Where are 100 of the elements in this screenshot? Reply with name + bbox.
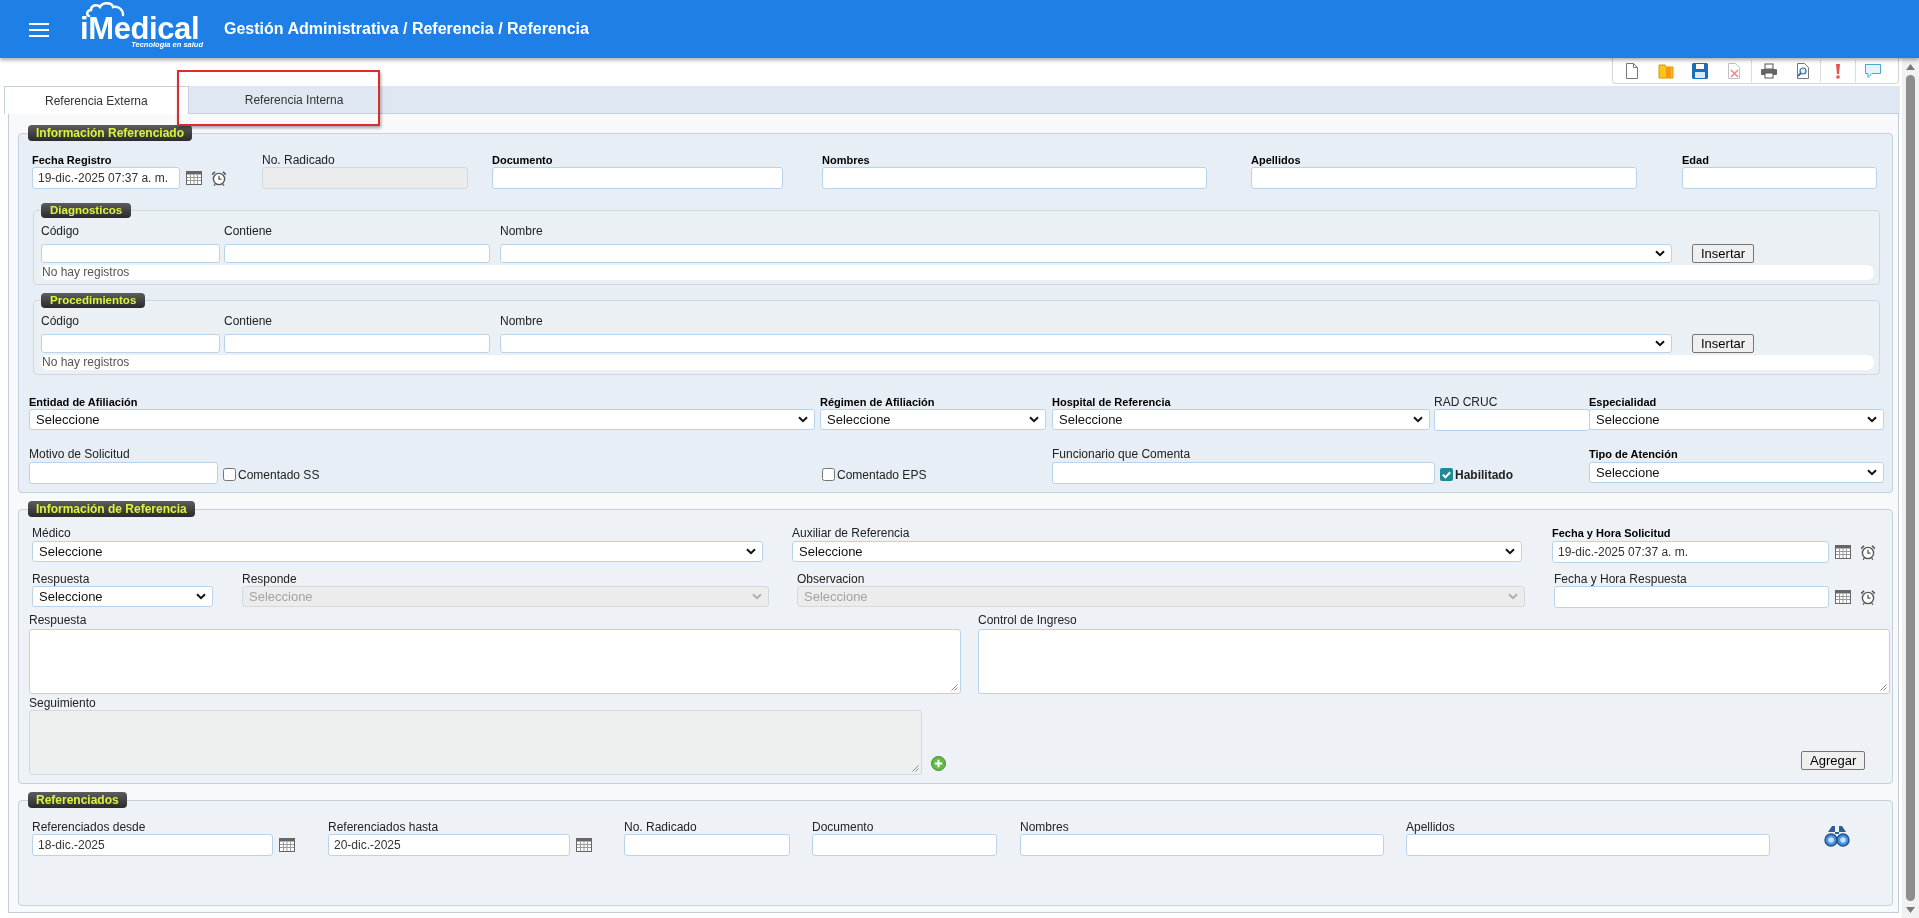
add-button[interactable]: Agregar	[1801, 751, 1866, 770]
input-field[interactable]	[1052, 462, 1435, 484]
tab[interactable]: Referencia Interna	[188, 86, 400, 113]
chevron-down-icon	[1508, 593, 1518, 600]
alarm-clock-icon[interactable]	[1860, 544, 1876, 560]
column-label: Código	[41, 314, 80, 328]
calendar-icon[interactable]	[186, 171, 202, 185]
calendar-icon[interactable]	[1835, 590, 1851, 604]
date-field[interactable]	[1554, 586, 1829, 608]
input-field[interactable]	[492, 167, 783, 189]
input-field[interactable]	[1406, 834, 1770, 856]
select-field[interactable]: Seleccione	[29, 409, 815, 430]
logo-text: iMedical	[80, 17, 200, 41]
column-label: Nombre	[500, 224, 543, 238]
insert-button[interactable]: Insertar	[1692, 244, 1755, 263]
add-icon[interactable]	[931, 756, 946, 771]
resize-grip-icon[interactable]	[1880, 684, 1887, 691]
field-label: Apellidos	[1406, 820, 1455, 834]
field-label: Motivo de Solicitud	[29, 447, 130, 461]
insert-button[interactable]: Insertar	[1692, 334, 1755, 353]
alarm-clock-icon[interactable]	[211, 170, 227, 186]
input-field[interactable]	[812, 834, 997, 856]
input-field[interactable]	[1251, 167, 1637, 189]
field-label: RAD CRUC	[1434, 395, 1498, 409]
select-field[interactable]: Seleccione	[820, 409, 1046, 430]
field-label: Entidad de Afiliación	[29, 395, 138, 409]
scrollbar-thumb[interactable]	[1906, 75, 1915, 901]
empty-list-message: No hay registros	[41, 355, 1874, 370]
field-label: Responde	[242, 572, 297, 586]
resize-grip-icon[interactable]	[951, 684, 958, 691]
field-label: Respuesta	[29, 613, 87, 627]
field-label: Documento	[492, 153, 553, 167]
scroll-down-arrow-icon[interactable]	[1906, 907, 1915, 913]
checkbox-label[interactable]: Habilitado	[1455, 466, 1513, 482]
speech-bubble-icon[interactable]	[1865, 62, 1881, 79]
section-legend: Información Referenciado	[28, 125, 193, 141]
field-label: Documento	[812, 820, 874, 834]
alarm-clock-icon[interactable]	[1860, 589, 1876, 605]
section-legend: Referenciados	[28, 792, 127, 808]
textarea-field[interactable]	[978, 629, 1890, 694]
column-label: Contiene	[224, 314, 273, 328]
chevron-down-icon	[1867, 416, 1877, 423]
field-label: Apellidos	[1251, 153, 1301, 167]
input-field[interactable]	[29, 462, 218, 484]
date-field[interactable]: 18-dic.-2025	[32, 834, 273, 856]
select-field[interactable]	[500, 244, 1672, 263]
folder-icon[interactable]	[1658, 62, 1674, 79]
select-field[interactable]: Seleccione	[32, 586, 213, 607]
tab[interactable]: Referencia Externa	[4, 86, 189, 114]
checkbox[interactable]	[1440, 467, 1453, 481]
input-field[interactable]	[224, 334, 490, 353]
checkbox[interactable]	[822, 467, 835, 481]
select-field[interactable]: Seleccione	[1052, 409, 1430, 430]
input-field[interactable]	[624, 834, 790, 856]
calendar-icon[interactable]	[279, 838, 295, 852]
select-field[interactable]	[500, 334, 1672, 353]
date-field[interactable]: 19-dic.-2025 07:37 a. m.	[1552, 541, 1829, 563]
input-field[interactable]	[224, 244, 490, 263]
field-label: Tipo de Atención	[1589, 447, 1678, 461]
checkbox-label[interactable]: Comentado EPS	[837, 466, 927, 482]
field-label: Régimen de Afiliación	[820, 395, 935, 409]
chevron-down-icon	[196, 593, 206, 600]
field-label: Fecha y Hora Solicitud	[1552, 526, 1671, 540]
checkbox[interactable]	[223, 467, 236, 481]
menu-icon[interactable]	[29, 23, 49, 37]
field-label: Control de Ingreso	[978, 613, 1077, 627]
select-field[interactable]: Seleccione	[32, 541, 763, 562]
column-label: Contiene	[224, 224, 273, 238]
field-label: Edad	[1682, 153, 1709, 167]
document-magnifier-icon[interactable]	[1795, 62, 1811, 79]
select-field[interactable]: Seleccione	[1589, 462, 1884, 483]
input-field[interactable]	[822, 167, 1207, 189]
chevron-down-icon	[752, 593, 762, 600]
chevron-down-icon	[746, 548, 756, 555]
field-label: Referenciados desde	[32, 820, 146, 834]
calendar-icon[interactable]	[576, 838, 592, 852]
field-label: Referenciados hasta	[328, 820, 439, 834]
select-field[interactable]: Seleccione	[1589, 409, 1884, 430]
textarea-field[interactable]	[29, 629, 961, 694]
checkbox-label[interactable]: Comentado SS	[238, 466, 320, 482]
document-icon[interactable]	[1624, 62, 1640, 79]
calendar-icon[interactable]	[1835, 545, 1851, 559]
input-field[interactable]	[41, 334, 220, 353]
scroll-up-arrow-icon[interactable]	[1906, 64, 1915, 70]
input-field[interactable]	[1434, 409, 1590, 431]
field-label: No. Radicado	[624, 820, 697, 834]
document-x-icon[interactable]	[1726, 62, 1742, 79]
date-field[interactable]: 20-dic.-2025	[328, 834, 570, 856]
field-label: Fecha y Hora Respuesta	[1554, 572, 1687, 586]
field-label: Hospital de Referencia	[1052, 395, 1171, 409]
binoculars-icon[interactable]	[1824, 825, 1850, 847]
input-field[interactable]	[41, 244, 220, 263]
printer-icon[interactable]	[1761, 62, 1777, 79]
input-field[interactable]	[1682, 167, 1877, 189]
breadcrumb-title: Gestión Administrativa / Referencia / Referencia	[224, 19, 589, 39]
date-field[interactable]: 19-dic.-2025 07:37 a. m.	[32, 167, 180, 189]
field-label: Médico	[32, 526, 71, 540]
input-field[interactable]	[1020, 834, 1384, 856]
field-label: Nombres	[1020, 820, 1069, 834]
select-field[interactable]: Seleccione	[792, 541, 1522, 562]
